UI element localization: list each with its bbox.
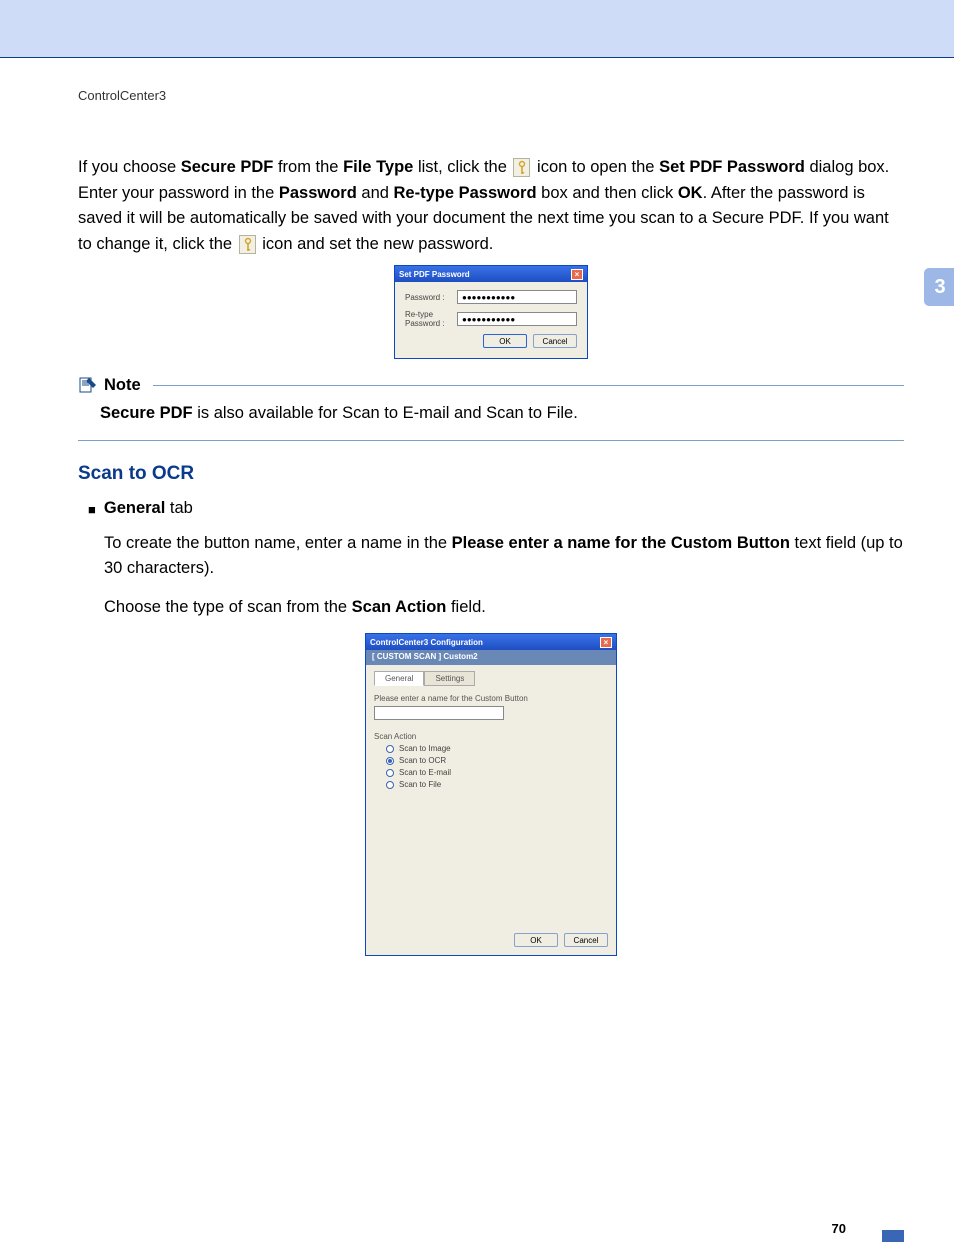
bullet-square-icon: ■ (88, 499, 96, 521)
text: icon and set the new password. (258, 235, 494, 253)
password-label: Password : (405, 293, 457, 302)
b: Scan Action (352, 598, 447, 616)
b: Re-type Password (394, 184, 537, 202)
radio-label: Scan to Image (399, 744, 451, 753)
b: Set PDF Password (659, 158, 805, 176)
scan-to-ocr-heading: Scan to OCR (78, 463, 904, 485)
page-corner-decoration (882, 1230, 904, 1242)
text: from the (273, 158, 343, 176)
custom-button-name-input[interactable] (374, 706, 504, 720)
radio-icon (386, 781, 394, 789)
radio-icon (386, 769, 394, 777)
text: To create the button name, enter a name … (104, 534, 452, 552)
sub-paragraph: To create the button name, enter a name … (104, 531, 904, 581)
b: Secure PDF (100, 404, 193, 422)
tab-settings[interactable]: Settings (424, 671, 475, 686)
note-header: Note (78, 375, 904, 395)
text: list, click the (413, 158, 511, 176)
set-pdf-password-dialog: Set PDF Password × Password : Re-type Pa… (394, 265, 588, 359)
top-bar (0, 0, 954, 58)
radio-scan-to-ocr[interactable]: Scan to OCR (386, 756, 608, 765)
b: File Type (343, 158, 413, 176)
cancel-button[interactable]: Cancel (533, 334, 577, 348)
text: is also available for Scan to E-mail and… (193, 404, 578, 422)
dialog-title: ControlCenter3 Configuration (370, 638, 483, 647)
b: General (104, 499, 165, 517)
radio-label: Scan to File (399, 780, 441, 789)
radio-icon (386, 757, 394, 765)
retype-password-input[interactable] (457, 312, 577, 326)
close-icon[interactable]: × (600, 637, 612, 648)
b: Password (279, 184, 357, 202)
page-content: ControlCenter3 3 If you choose Secure PD… (0, 58, 954, 1256)
section-header: ControlCenter3 (78, 88, 904, 103)
ok-button[interactable]: OK (483, 334, 527, 348)
dialog-titlebar: Set PDF Password × (395, 266, 587, 282)
chapter-tab: 3 (924, 268, 954, 306)
tab-strip: General Settings (374, 671, 608, 686)
text: Choose the type of scan from the (104, 598, 352, 616)
custom-button-name-label: Please enter a name for the Custom Butto… (374, 694, 608, 703)
controlcenter-config-dialog: ControlCenter3 Configuration × [ CUSTOM … (365, 633, 617, 956)
tab-general[interactable]: General (374, 671, 424, 686)
key-icon (513, 158, 530, 177)
cancel-button[interactable]: Cancel (564, 933, 608, 947)
page-number: 70 (832, 1221, 846, 1236)
radio-scan-to-image[interactable]: Scan to Image (386, 744, 608, 753)
note-body: Secure PDF is also available for Scan to… (78, 401, 904, 441)
radio-label: Scan to E-mail (399, 768, 451, 777)
text: tab (165, 499, 193, 517)
radio-scan-to-email[interactable]: Scan to E-mail (386, 768, 608, 777)
close-icon[interactable]: × (571, 269, 583, 280)
bullet-general-tab: ■ General tab (88, 499, 904, 521)
b: Secure PDF (181, 158, 274, 176)
sub-paragraph: Choose the type of scan from the Scan Ac… (104, 595, 904, 620)
password-input[interactable] (457, 290, 577, 304)
body-paragraph: If you choose Secure PDF from the File T… (78, 155, 904, 257)
text: box and then click (537, 184, 678, 202)
b: OK (678, 184, 703, 202)
note-icon (78, 375, 98, 395)
text: icon to open the (532, 158, 659, 176)
dialog-titlebar: ControlCenter3 Configuration × (366, 634, 616, 650)
radio-label: Scan to OCR (399, 756, 446, 765)
ok-button[interactable]: OK (514, 933, 558, 947)
text: If you choose (78, 158, 181, 176)
note-title: Note (104, 376, 141, 395)
scan-action-label: Scan Action (374, 732, 608, 741)
dialog-subtitle: [ CUSTOM SCAN ] Custom2 (366, 650, 616, 665)
text: field. (446, 598, 485, 616)
radio-scan-to-file[interactable]: Scan to File (386, 780, 608, 789)
b: Please enter a name for the Custom Butto… (452, 534, 790, 552)
dialog-title: Set PDF Password (399, 270, 470, 279)
radio-icon (386, 745, 394, 753)
divider (153, 385, 904, 386)
key-icon (239, 235, 256, 254)
retype-password-label: Re-type Password : (405, 310, 457, 328)
text: and (357, 184, 394, 202)
